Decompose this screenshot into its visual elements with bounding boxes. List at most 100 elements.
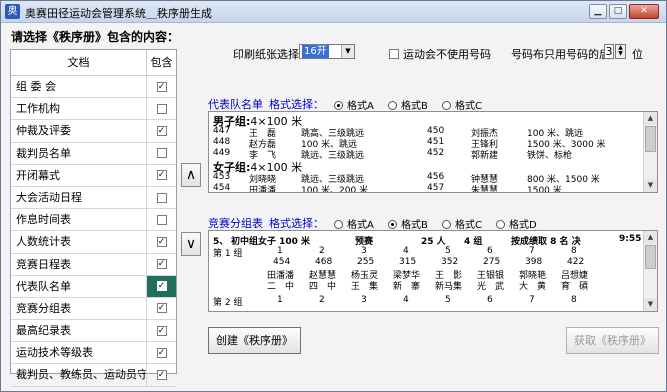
fetch-button[interactable]: 获取《秩序册》 [566,327,659,354]
no-number-option[interactable]: 运动会不使用号码 [389,46,491,62]
team-name: 王 集 [351,282,379,292]
list-item[interactable]: 竞赛日程表 ✓ [11,253,176,276]
include-checkbox[interactable]: ✓ [156,81,167,92]
include-checkbox[interactable] [156,192,167,203]
list-item[interactable]: 仲裁及评委 ✓ [11,120,176,143]
format-radio[interactable]: 格式A [334,97,374,112]
group-preview-scrollbar[interactable]: ▲ ▼ [643,231,657,311]
format-radio[interactable]: 格式C [442,216,482,231]
list-item[interactable]: 开闭幕式 ✓ [11,164,176,187]
radio-dot-icon[interactable] [496,220,505,229]
list-item[interactable]: 工作机构 [11,98,176,121]
list-item[interactable]: 运动技术等级表 ✓ [11,342,176,365]
include-checkbox[interactable]: ✓ [156,170,167,181]
format-radio[interactable]: 格式A [334,216,374,231]
roster-cell: 100 米、200 米 [301,186,369,193]
bib-number: 275 [483,257,501,267]
include-cell[interactable] [147,187,176,208]
include-checkbox[interactable] [156,214,167,225]
scroll-thumb[interactable] [645,126,656,152]
include-checkbox[interactable]: ✓ [156,347,167,358]
include-checkbox[interactable]: ✓ [156,325,167,336]
list-item[interactable]: 大会活动日程 [11,186,176,210]
include-cell[interactable] [147,209,176,230]
format-radio[interactable]: 格式B [388,97,428,112]
list-item[interactable]: 代表队名单 ✓ [11,275,176,298]
lane-number: 3 [361,295,367,305]
format-radio[interactable]: 格式C [442,97,482,112]
include-cell[interactable]: ✓ [147,342,176,363]
event-name: 初中组女子 100 米 [231,237,311,247]
event-groups: 4 组 [464,237,483,247]
team-preview-panel[interactable]: 男子组:4×100 米 447 王 磊跳高、三级跳远 450 刘振杰 100 米、跳远 4… [208,111,658,193]
roster-cell: 451 [427,137,445,147]
lane-number: 3 [361,246,367,256]
include-cell[interactable]: ✓ [147,298,176,319]
maximize-icon[interactable]: □ [609,4,627,19]
roster-cell: 457 [427,183,445,193]
list-item[interactable]: 竞赛分组表 ✓ [11,297,176,321]
include-checkbox[interactable]: ✓ [156,259,167,270]
include-checkbox[interactable]: ✓ [156,236,167,247]
include-checkbox[interactable]: ✓ [156,370,167,381]
format-radio[interactable]: 格式B [388,216,428,231]
include-cell[interactable]: ✓ [147,120,176,141]
bib-digits-input[interactable]: 3 [604,44,614,59]
group-format-label: 格式选择： [269,217,324,230]
include-cell[interactable]: ✓ [147,275,176,297]
list-item[interactable]: 人数统计表 ✓ [11,231,176,254]
include-cell[interactable]: ✓ [147,76,176,97]
radio-dot-icon[interactable] [388,101,397,110]
list-item-label: 竞赛分组表 [11,297,147,320]
include-checkbox[interactable]: ✓ [156,303,167,314]
radio-dot-icon[interactable] [388,220,397,229]
bib-number: 422 [567,257,585,267]
group-preview-panel[interactable]: 5、 初中组女子 100 米预赛 25 人4 组按成绩取 8 名 决 9:55 第 1 … [208,230,658,312]
close-icon[interactable]: ✕ [629,4,659,19]
team-preview-scrollbar[interactable]: ▲ ▼ [643,112,657,192]
radio-dot-icon[interactable] [334,220,343,229]
list-item-label: 开闭幕式 [11,164,147,186]
include-checkbox[interactable]: ✓ [156,125,167,136]
lane-number: 5 [445,295,451,305]
list-item-label: 人数统计表 [11,231,147,253]
list-item[interactable]: 裁判员、教练员、运动员守则 ✓ [11,364,176,387]
include-checkbox[interactable] [156,103,167,114]
window-title: 奥赛田径运动会管理系统＿秩序册生成 [25,7,212,20]
minimize-icon[interactable]: ▁ [589,4,607,19]
include-cell[interactable]: ✓ [147,231,176,252]
list-item-label: 最高纪录表 [11,320,147,342]
move-down-button[interactable]: ∨ [181,232,201,256]
include-checkbox[interactable]: ✓ [156,281,167,292]
include-checkbox[interactable] [156,148,167,159]
include-cell[interactable]: ✓ [147,165,176,186]
document-list: 文档 包含 组 委 会 ✓ 工作机构 仲裁及评委 ✓ 裁判员名单 开闭幕式 ✓ 大会活动日程 作息… [10,49,177,387]
paper-select-value: 16开 [302,45,329,58]
lane-number: 7 [529,246,535,256]
scroll-down-icon[interactable]: ▼ [644,298,657,311]
paper-select[interactable]: 16开 ▼ [299,44,355,59]
list-item[interactable]: 最高纪录表 ✓ [11,320,176,343]
list-item[interactable]: 作息时间表 [11,209,176,232]
move-up-button[interactable]: ∧ [181,163,201,187]
no-number-checkbox[interactable] [389,49,399,59]
include-cell[interactable] [147,98,176,119]
radio-dot-icon[interactable] [334,101,343,110]
include-cell[interactable]: ✓ [147,364,176,385]
radio-dot-icon[interactable] [442,220,451,229]
include-cell[interactable] [147,143,176,164]
include-cell[interactable]: ✓ [147,320,176,341]
list-item[interactable]: 裁判员名单 [11,142,176,165]
include-cell[interactable]: ✓ [147,254,176,275]
bib-digits-spinner[interactable]: ▲ ▼ [615,44,626,59]
scroll-up-icon[interactable]: ▲ [644,112,657,125]
radio-dot-icon[interactable] [442,101,451,110]
scroll-thumb[interactable] [645,245,656,269]
create-button[interactable]: 创建《秩序册》 [208,327,301,354]
chevron-down-icon[interactable]: ▼ [341,45,354,58]
scroll-down-icon[interactable]: ▼ [644,179,657,192]
roster-cell: 454 [213,183,231,193]
list-item[interactable]: 组 委 会 ✓ [11,76,176,99]
scroll-up-icon[interactable]: ▲ [644,231,657,244]
format-radio[interactable]: 格式D [496,216,537,231]
